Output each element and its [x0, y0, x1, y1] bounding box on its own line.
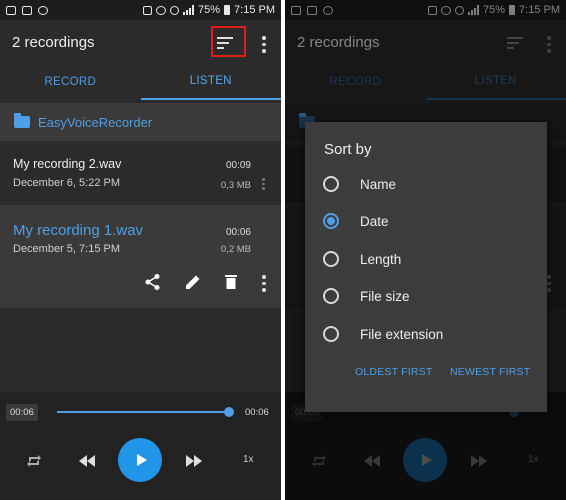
edit-icon[interactable] — [184, 273, 202, 291]
dialog-title: Sort by — [324, 141, 372, 158]
fast-forward-icon[interactable] — [186, 455, 202, 467]
folder-name: EasyVoiceRecorder — [38, 114, 153, 130]
tab-listen[interactable]: LISTEN — [140, 64, 281, 100]
seek-thumb[interactable] — [224, 407, 234, 417]
signal-icon — [183, 5, 194, 15]
sort-option-label: Length — [360, 251, 402, 267]
repeat-icon[interactable] — [26, 454, 42, 468]
recording-duration: 00:06 — [225, 227, 251, 238]
instagram-icon — [38, 5, 48, 15]
recording-size: 0,2 MB — [220, 244, 251, 255]
more-vert-icon[interactable] — [262, 178, 266, 190]
more-vert-icon[interactable] — [262, 36, 266, 53]
folder-icon — [14, 113, 30, 128]
recording-date: December 6, 5:22 PM — [13, 177, 120, 189]
total-time: 00:06 — [245, 407, 269, 418]
phone-screen-right: 75% 7:15 PM 2 recordings RECORD LISTEN 0… — [285, 0, 566, 500]
more-vert-icon[interactable] — [262, 275, 266, 292]
cast-icon — [22, 5, 32, 15]
radio-button[interactable] — [323, 326, 339, 342]
battery-percent: 75% — [198, 4, 221, 16]
battery-icon — [224, 5, 231, 15]
app-bar: 2 recordings — [0, 20, 281, 64]
sort-dialog: Sort by Name Date Length File size File … — [305, 122, 547, 412]
sort-option-length[interactable]: Length — [323, 251, 401, 267]
sort-option-file-size[interactable]: File size — [323, 288, 410, 304]
sort-option-label: File extension — [360, 326, 444, 342]
sort-option-file-extension[interactable]: File extension — [323, 326, 443, 342]
current-time: 00:06 — [6, 404, 38, 421]
notification-icon — [6, 5, 16, 15]
seek-bar[interactable] — [57, 411, 229, 413]
recording-name: My recording 2.wav — [13, 157, 122, 171]
list-item[interactable]: My recording 2.wav December 6, 5:22 PM 0… — [0, 145, 281, 203]
alarm-icon — [156, 5, 166, 15]
status-bar: 75% 7:15 PM — [0, 0, 281, 20]
sort-option-label: File size — [360, 288, 410, 304]
playback-speed[interactable]: 1x — [243, 454, 254, 465]
status-time: 7:15 PM — [234, 4, 275, 16]
page-title: 2 recordings — [12, 33, 95, 51]
play-icon — [136, 454, 147, 466]
recording-name: My recording 1.wav — [13, 222, 144, 239]
sort-option-date[interactable]: Date — [323, 213, 389, 229]
rewind-icon[interactable] — [79, 455, 95, 467]
recording-duration: 00:09 — [225, 160, 251, 171]
newest-first-button[interactable]: NEWEST FIRST — [450, 366, 530, 378]
recording-date: December 5, 7:15 PM — [13, 243, 120, 255]
radio-button[interactable] — [323, 251, 339, 267]
radio-button-selected[interactable] — [323, 213, 339, 229]
oldest-first-button[interactable]: OLDEST FIRST — [355, 366, 432, 378]
tab-record[interactable]: RECORD — [0, 64, 141, 100]
wifi-icon — [170, 5, 179, 15]
recording-size: 0,3 MB — [220, 180, 251, 191]
radio-button[interactable] — [323, 288, 339, 304]
tab-bar: RECORD LISTEN — [0, 64, 281, 100]
share-icon[interactable] — [144, 273, 162, 291]
mute-icon — [143, 5, 152, 15]
list-item-selected[interactable]: My recording 1.wav December 5, 7:15 PM 0… — [0, 205, 281, 308]
folder-row[interactable]: EasyVoiceRecorder — [0, 103, 281, 141]
radio-button[interactable] — [323, 176, 339, 192]
phone-screen-left: 75% 7:15 PM 2 recordings RECORD LISTEN E… — [0, 0, 281, 500]
play-button[interactable] — [118, 438, 162, 482]
sort-button-highlight — [211, 26, 246, 57]
sort-option-name[interactable]: Name — [323, 176, 396, 192]
player-bar: 00:06 00:06 1x — [0, 392, 281, 500]
sort-option-label: Date — [360, 213, 389, 229]
delete-icon[interactable] — [222, 273, 240, 291]
sort-option-label: Name — [360, 176, 397, 192]
